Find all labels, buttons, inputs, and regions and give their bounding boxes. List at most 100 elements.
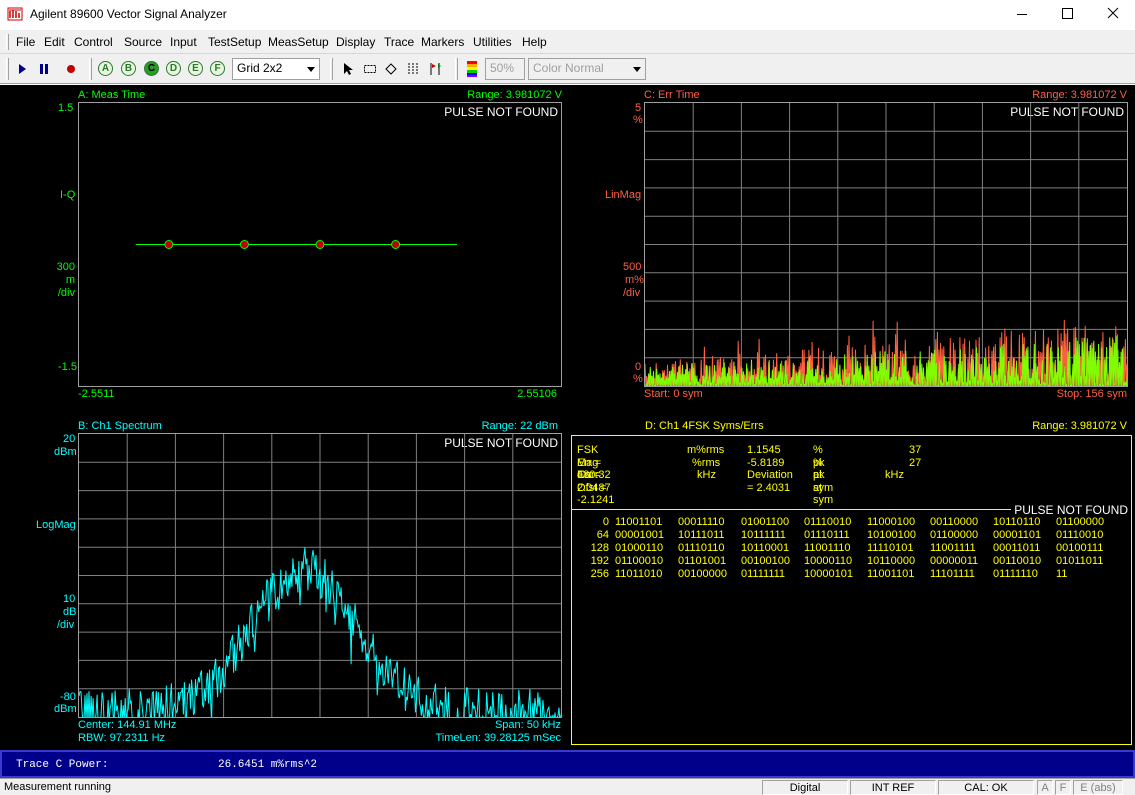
pane-b-y-top-0: 20 [63, 433, 76, 445]
dashed-rect-icon [364, 65, 376, 73]
symbol-bits: 01101001 [678, 555, 727, 567]
minimize-button[interactable] [999, 0, 1045, 30]
pane-b-plot[interactable]: PULSE NOT FOUND [78, 433, 562, 718]
menu-input[interactable]: Input [170, 35, 197, 49]
pane-c-y-name: LinMag [605, 189, 642, 201]
pane-b-y-scale-1: dB [63, 606, 77, 618]
trace-a-button[interactable]: A [98, 61, 113, 76]
symbol-row: 128 01000110 01110110 10110001 11001110 11110… [584, 542, 1124, 555]
trace-d-button[interactable]: D [166, 61, 181, 76]
close-button[interactable] [1090, 0, 1135, 30]
symbol-bits: 11001110 [804, 542, 851, 554]
pane-a-title: A: Meas Time [78, 89, 146, 101]
trace-f-button[interactable]: F [210, 61, 225, 76]
carr-ofst-unit: kHz [697, 469, 716, 481]
menu-testsetup[interactable]: TestSetup [208, 35, 261, 49]
status-bar: Measurement running Digital INT REF CAL:… [0, 778, 1135, 795]
mag-err-peak-label: % pk at sym [813, 456, 834, 507]
zoom-box-button[interactable] [360, 58, 380, 80]
pane-c-plot[interactable]: PULSE NOT FOUND [644, 102, 1128, 387]
symbol-bits: 00011011 [993, 542, 1041, 554]
color-scheme-combo[interactable]: Color Normal [528, 58, 646, 80]
symbol-row: 256 11011010 00100000 01111111 10000101 11001… [584, 568, 1124, 581]
pane-d[interactable]: D: Ch1 4FSK Syms/Errs Range: 3.981072 V … [567, 415, 1135, 750]
symbol-bits: 00100100 [741, 555, 790, 567]
pane-a-x-stop: 2.55106 [517, 388, 557, 400]
band-markers-icon [408, 63, 418, 75]
maximize-button[interactable] [1045, 0, 1091, 30]
symbol-bits: 00100111 [1056, 542, 1104, 554]
pane-b-span: Span: 50 kHz [494, 719, 561, 731]
trace-c-button[interactable]: C [144, 61, 159, 76]
pointer-tool-button[interactable] [338, 58, 358, 80]
toolbar-grip [330, 58, 333, 80]
menu-control[interactable]: Control [74, 35, 113, 49]
play-button[interactable] [12, 58, 32, 80]
pane-c-y-top-1: % [633, 114, 643, 126]
status-e-abs: E (abs) [1073, 780, 1123, 795]
peak-marker-button[interactable] [425, 58, 445, 80]
symbol-bits: 01001100 [741, 516, 790, 528]
trace-b-button[interactable]: B [121, 61, 136, 76]
symbol-bits: 00100000 [678, 568, 727, 580]
percent-value: 50% [490, 61, 515, 75]
pane-a-range: Range: 3.981072 V [467, 89, 562, 101]
pane-c-y-scale-1: m% [625, 274, 644, 286]
menu-markers[interactable]: Markers [421, 35, 464, 49]
symbol-bits: 10110001 [741, 542, 790, 554]
menu-grip [6, 34, 9, 50]
pane-a-plot[interactable]: PULSE NOT FOUND [78, 102, 562, 387]
pause-button[interactable] [34, 58, 54, 80]
symbol-bits: 01111111 [741, 568, 786, 580]
toolbar-grip [455, 58, 458, 80]
pane-c-y-bottom-0: 0 [635, 361, 642, 373]
status-a: A [1037, 780, 1053, 795]
pause-icon [40, 64, 48, 74]
status-cal: CAL: OK [938, 780, 1034, 795]
pane-a-chart [135, 240, 457, 249]
layout-value: Grid 2x2 [237, 61, 283, 75]
menu-meassetup[interactable]: MeasSetup [268, 35, 329, 49]
menu-trace[interactable]: Trace [384, 35, 414, 49]
pane-c-x-stop: Stop: 156 sym [1056, 388, 1127, 400]
menu-utilities[interactable]: Utilities [473, 35, 512, 49]
menu-help[interactable]: Help [522, 35, 547, 49]
marker-tool-button[interactable] [381, 58, 401, 80]
symbol-row: 64 00001001 10111011 10111111 01110111 101001… [584, 529, 1124, 542]
color-palette-button[interactable] [462, 58, 482, 80]
fsk-err-sym: 37 [909, 444, 922, 456]
record-button[interactable] [61, 58, 81, 80]
symbol-bits: 11000100 [867, 516, 916, 528]
symbol-bits: 10000110 [804, 555, 853, 567]
pane-b-rbw: RBW: 97.2311 Hz [78, 732, 166, 744]
diamond-icon [385, 63, 397, 75]
symbol-bits: 00110000 [930, 516, 979, 528]
pane-a-y-scale-0: 300 [56, 261, 75, 273]
menu-edit[interactable]: Edit [44, 35, 65, 49]
pane-b-title: B: Ch1 Spectrum [78, 420, 162, 432]
mag-err-unit: %rms [692, 456, 721, 469]
window-title: Agilent 89600 Vector Signal Analyzer [30, 7, 227, 21]
trace-e-button[interactable]: E [188, 61, 203, 76]
menu-file[interactable]: File [16, 35, 35, 49]
pane-a[interactable]: A: Meas Time Range: 3.981072 V 1.5 I-Q 3… [0, 85, 567, 415]
deviation-unit: kHz [885, 469, 904, 481]
layout-combo[interactable]: Grid 2x2 [232, 58, 320, 80]
pane-d-table-box[interactable]: FSK Err = 480.32 m%rms 1.1545 % pk at sy… [571, 435, 1132, 745]
pane-c-y-scale-2: /div [623, 287, 641, 299]
band-marker-button[interactable] [403, 58, 423, 80]
menu-source[interactable]: Source [124, 35, 162, 49]
symbol-bits: 01110110 [678, 542, 725, 554]
pane-b-y-scale-2: /div [57, 619, 75, 631]
pane-c-range: Range: 3.981072 V [1032, 89, 1127, 101]
symbol-row: 0 11001101 00011110 01001100 01110010 1100010… [584, 516, 1124, 529]
symbol-bits: 01011011 [1056, 555, 1104, 567]
pane-c-chart [645, 103, 1127, 386]
symbol-bits: 11001101 [867, 568, 915, 580]
agilent-app-icon [7, 7, 23, 21]
symbol-index: 192 [590, 555, 609, 567]
toolbar: A B C D E F Grid 2x2 50% Color Normal [0, 54, 1135, 84]
menu-display[interactable]: Display [336, 35, 375, 49]
pane-c[interactable]: C: Err Time Range: 3.981072 V 5 % LinMag… [567, 85, 1135, 415]
pane-b[interactable]: B: Ch1 Spectrum Range: 22 dBm 20 dBm Log… [0, 415, 567, 750]
